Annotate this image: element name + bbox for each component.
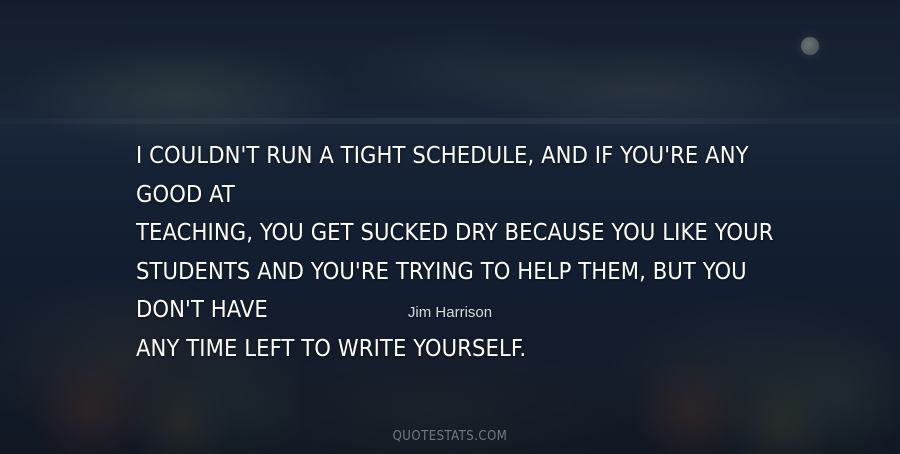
quote-author: Jim Harrison	[407, 304, 493, 321]
quote-text: I couldn't run a tight schedule, and if …	[136, 141, 774, 362]
site-watermark: QUOTESTATS.COM	[392, 429, 508, 444]
quote-image: I couldn't run a tight schedule, and if …	[0, 0, 900, 454]
